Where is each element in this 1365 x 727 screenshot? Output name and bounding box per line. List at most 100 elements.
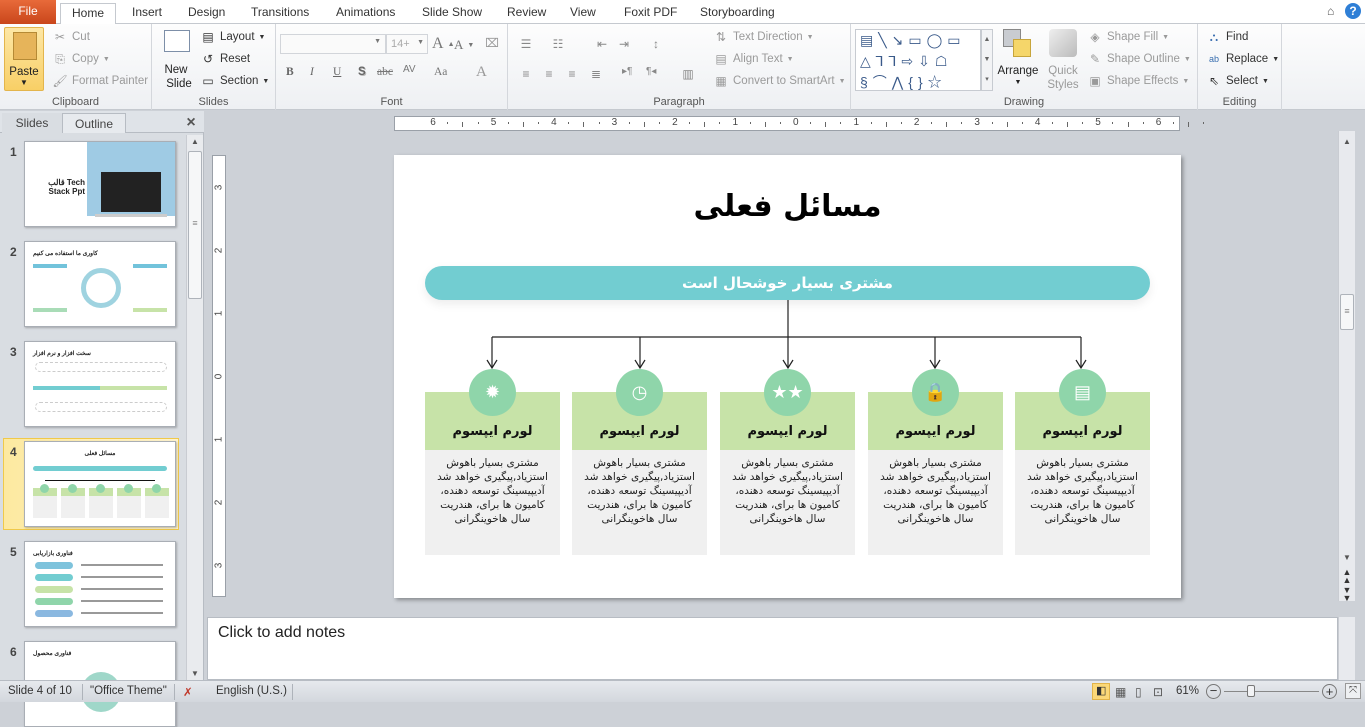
fit-to-window-button[interactable]: ⤧	[1345, 683, 1361, 699]
reading-view-button[interactable]: ▯	[1135, 685, 1142, 699]
shape-fill-button[interactable]: ◈ Shape Fill ▼	[1087, 29, 1169, 45]
convert-smartart-button[interactable]: ▦ Convert to SmartArt ▼	[713, 73, 845, 89]
zoom-level[interactable]: 61%	[1176, 685, 1199, 697]
card-title: لورم ایپسوم	[599, 424, 680, 439]
shape-effects-button[interactable]: ▣ Shape Effects ▼	[1087, 73, 1189, 89]
help-icon[interactable]: ?	[1345, 3, 1361, 19]
font-name-select[interactable]: ▼	[280, 34, 386, 54]
scroll-up-icon[interactable]: ▲	[187, 137, 203, 146]
arrange-button[interactable]: Arrange ▼	[997, 27, 1039, 91]
font-color-button[interactable]: A	[476, 64, 487, 81]
shapes-gallery-scroll[interactable]: ▲ ▼ ▾	[981, 29, 993, 91]
format-painter-button[interactable]: 🖌 Format Painter	[52, 73, 148, 89]
shrink-font-button[interactable]: A ▼	[454, 37, 474, 53]
slide-thumbnail-4[interactable]: مسائل فعلی	[24, 441, 176, 527]
tab-file[interactable]: File	[0, 0, 56, 24]
slideshow-button[interactable]: ⊡	[1153, 685, 1163, 699]
normal-view-button[interactable]: ◧	[1092, 683, 1110, 700]
tab-view[interactable]: View	[560, 3, 606, 24]
quick-styles-button[interactable]: Quick Styles	[1043, 27, 1083, 91]
slide-thumbnail-2[interactable]: کاوری ما استفاده می کنیم	[24, 241, 176, 327]
change-case-button[interactable]: Aa	[434, 66, 447, 78]
tab-review[interactable]: Review	[497, 3, 556, 24]
tab-slides[interactable]: Slides	[2, 113, 62, 133]
notes-scrollbar[interactable]	[1338, 617, 1355, 680]
align-right-button[interactable]: ≡	[564, 66, 580, 82]
zoom-slider-thumb[interactable]	[1246, 685, 1255, 697]
zoom-out-button[interactable]: −	[1206, 684, 1221, 699]
spell-check-icon[interactable]: ✗	[183, 685, 193, 699]
shadow-button[interactable]: S	[358, 66, 366, 78]
tab-insert[interactable]: Insert	[122, 3, 172, 24]
tab-animations[interactable]: Animations	[326, 3, 405, 24]
text-direction-button[interactable]: ⇅ Text Direction ▼	[713, 29, 814, 45]
slide-thumbnail-1[interactable]: Tech قالب Stack Ppt	[24, 141, 176, 227]
tab-design[interactable]: Design	[178, 3, 235, 24]
align-left-button[interactable]: ≡	[518, 66, 534, 82]
slide-scrollbar[interactable]: ▲ ≡ ▼ ▲ ▲ ▼ ▼	[1338, 131, 1355, 603]
align-center-button[interactable]: ≡	[541, 66, 557, 82]
select-button[interactable]: ⇖ Select ▼	[1206, 73, 1269, 89]
info-card[interactable]: ▤ لورم ایپسوم مشتری بسیار باهوش استزیاد,پی…	[1015, 369, 1150, 555]
find-button[interactable]: ⛬ Find	[1206, 29, 1249, 45]
reset-button[interactable]: ↺ Reset	[200, 51, 250, 67]
zoom-in-button[interactable]: +	[1322, 684, 1337, 699]
cut-button[interactable]: ✂ Cut	[52, 29, 90, 45]
zoom-slider[interactable]	[1224, 685, 1319, 697]
bullets-button[interactable]: ☰	[518, 36, 534, 52]
slide-sorter-button[interactable]: ▦	[1115, 685, 1126, 699]
scroll-thumb[interactable]: ≡	[1340, 294, 1354, 330]
rtl-button[interactable]: ¶◂	[646, 66, 656, 77]
theme-name[interactable]: "Office Theme"	[90, 685, 167, 697]
scroll-thumb[interactable]: ≡	[188, 151, 202, 299]
copy-button[interactable]: ⎘ Copy ▼	[52, 51, 110, 67]
section-button[interactable]: ▭ Section ▼	[200, 73, 269, 89]
info-card[interactable]: ◷ لورم ایپسوم مشتری بسیار باهوش استزیاد,پی…	[572, 369, 707, 555]
close-pane-button[interactable]: ×	[182, 113, 200, 133]
info-card[interactable]: 🔒 لورم ایپسوم مشتری بسیار باهوش استزیاد,پی…	[868, 369, 1003, 555]
bold-button[interactable]: B	[286, 66, 294, 78]
info-card[interactable]: ✹ لورم ایپسوم مشتری بسیار باهوش استزیاد,پی…	[425, 369, 560, 555]
tab-slide-show[interactable]: Slide Show	[412, 3, 492, 24]
slides-pane-scrollbar[interactable]: ▲ ≡ ▼	[186, 135, 203, 680]
info-card[interactable]: ★★ لورم ایپسوم مشتری بسیار باهوش استزیاد,پ…	[720, 369, 855, 555]
justify-button[interactable]: ≣	[588, 66, 604, 82]
shapes-gallery[interactable]: ▤╲↘▭◯▭ △⅂⅂⇨⇩☖ §⌒⋀{}☆	[855, 29, 981, 91]
tab-foxit-pdf[interactable]: Foxit PDF	[614, 3, 687, 24]
notes-placeholder[interactable]: Click to add notes	[218, 624, 345, 642]
italic-button[interactable]: I	[310, 66, 314, 78]
columns-button[interactable]: ▥	[680, 66, 696, 82]
ltr-button[interactable]: ▸¶	[622, 66, 632, 77]
increase-indent-button[interactable]: ⇥	[616, 36, 632, 52]
shape-outline-button[interactable]: ✎ Shape Outline ▼	[1087, 51, 1191, 67]
align-text-button[interactable]: ▤ Align Text ▼	[713, 51, 793, 67]
language[interactable]: English (U.S.)	[216, 685, 287, 697]
underline-button[interactable]: U	[333, 66, 341, 78]
scroll-down-icon[interactable]: ▼	[187, 669, 203, 678]
font-size-select[interactable]: 14+ ▼	[386, 34, 428, 54]
minimize-ribbon-icon[interactable]: ⌂	[1327, 4, 1334, 18]
tab-transitions[interactable]: Transitions	[241, 3, 319, 24]
layout-button[interactable]: ▤ Layout ▼	[200, 29, 265, 45]
scroll-down-icon[interactable]: ▼	[1339, 553, 1355, 562]
tab-home[interactable]: Home	[60, 3, 116, 25]
scroll-up-icon[interactable]: ▲	[1339, 137, 1355, 146]
slide-thumbnail-5[interactable]: فناوری بازاریابی	[24, 541, 176, 627]
slide-thumbnail-3[interactable]: سخت افزار و نرم افزار	[24, 341, 176, 427]
grow-font-button[interactable]: A ▲	[432, 35, 455, 53]
tab-storyboarding[interactable]: Storyboarding	[690, 3, 785, 24]
line-spacing-button[interactable]: ↕	[648, 36, 664, 52]
notes-pane[interactable]: Click to add notes	[207, 617, 1338, 680]
tab-outline[interactable]: Outline	[62, 113, 126, 133]
previous-slide-button[interactable]: ▲ ▲	[1339, 568, 1355, 585]
character-spacing-button[interactable]: AV	[403, 64, 416, 75]
next-slide-button[interactable]: ▼ ▼	[1339, 586, 1355, 603]
strikethrough-button[interactable]: abc	[377, 66, 393, 78]
decrease-indent-button[interactable]: ⇤	[594, 36, 610, 52]
clear-formatting-button[interactable]: ⌧	[484, 35, 500, 51]
paste-button[interactable]: Paste ▼	[4, 27, 44, 91]
slide-canvas[interactable]: مسائل فعلی مشتری بسیار خوشحال است ▤ لورم …	[394, 155, 1181, 598]
new-slide-button[interactable]: New Slide	[158, 28, 194, 92]
numbering-button[interactable]: ☷	[550, 36, 566, 52]
replace-button[interactable]: ab Replace ▼	[1206, 51, 1279, 67]
